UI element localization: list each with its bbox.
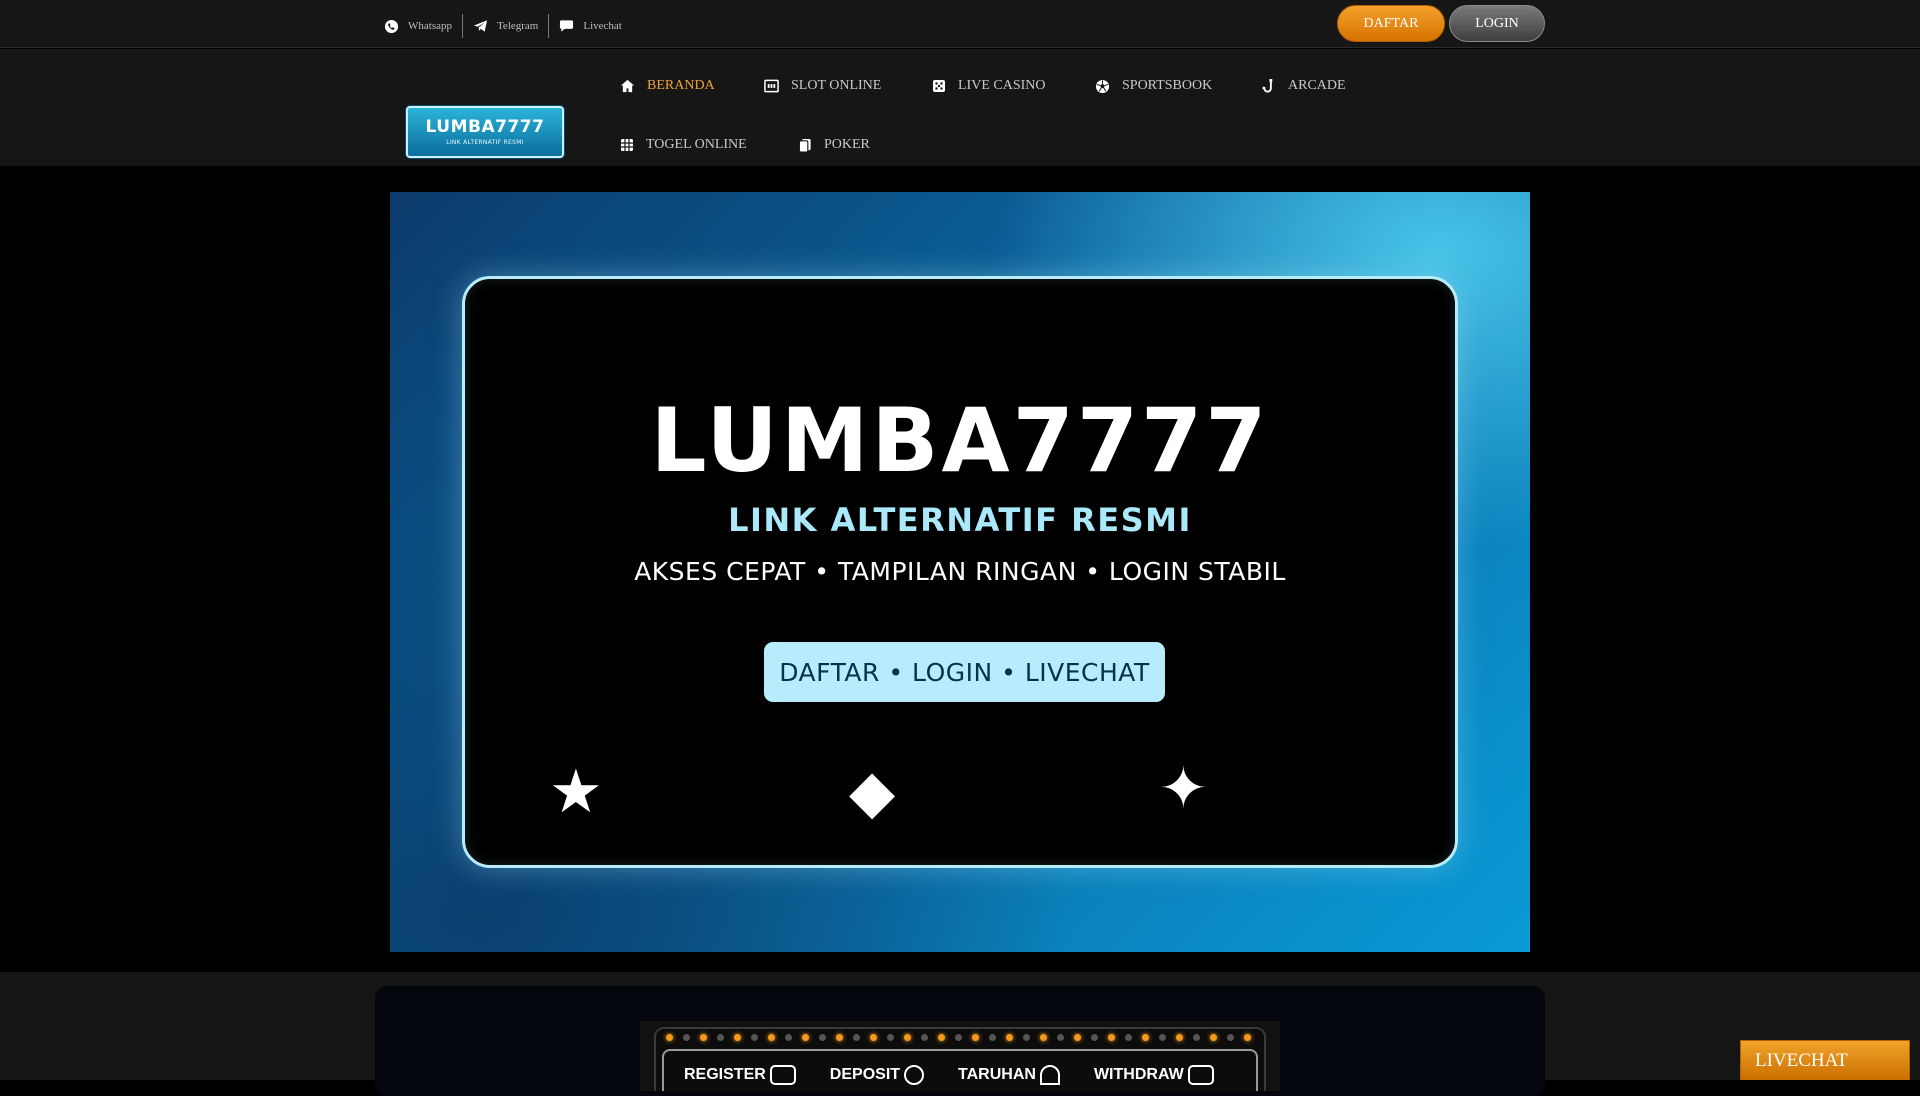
marquee-bulb: [802, 1034, 809, 1041]
hero-title: LUMBA7777: [650, 389, 1270, 492]
telegram-label: Telegram: [496, 20, 539, 32]
marquee-bulb: [904, 1034, 911, 1041]
signal-icon: [1039, 1065, 1060, 1085]
marquee-bulb: [683, 1034, 690, 1041]
marquee-bulb: [938, 1034, 945, 1041]
marquee-bulb: [1142, 1034, 1149, 1041]
promo-step-taruhan: TARUHAN: [958, 1065, 1060, 1085]
nav-label: BERANDA: [647, 78, 715, 93]
nav-label: ARCADE: [1288, 78, 1346, 93]
marquee-bulb: [1159, 1034, 1166, 1041]
fishing-hook-icon: [1262, 78, 1273, 93]
nav-label: TOGEL ONLINE: [646, 137, 747, 152]
marquee-bulb: [1244, 1034, 1251, 1041]
marquee-bulb: [751, 1034, 758, 1041]
marquee-bulb: [1091, 1034, 1098, 1041]
nav-label: POKER: [824, 137, 870, 152]
marquee-bulb: [819, 1034, 826, 1041]
marquee-bulbs: [666, 1034, 1261, 1041]
diamond-icon: ◆: [849, 757, 896, 827]
hero-banner[interactable]: LUMBA7777 LINK ALTERNATIF RESMI AKSES CE…: [390, 192, 1530, 952]
telegram-icon: [473, 20, 488, 32]
hero-card: LUMBA7777 LINK ALTERNATIF RESMI AKSES CE…: [462, 276, 1458, 868]
marquee-bulb: [1006, 1034, 1013, 1041]
nav-item-arcade[interactable]: ARCADE: [1262, 76, 1346, 96]
marquee-bulb: [1057, 1034, 1064, 1041]
playing-cards-icon: [798, 138, 811, 153]
contact-links: Whatsapp Telegram Livechat: [384, 14, 632, 38]
nav-item-togel-online[interactable]: TOGEL ONLINE: [620, 135, 747, 155]
slot-machine-icon: [764, 79, 779, 93]
coin-plus-icon: [904, 1065, 925, 1085]
promo-banner[interactable]: REGISTER DEPOSIT TARUHAN WITHDRAW: [640, 1021, 1280, 1091]
id-card-icon: [769, 1065, 796, 1085]
nav-item-live-casino[interactable]: LIVE CASINO: [932, 76, 1046, 96]
marquee-bulb: [785, 1034, 792, 1041]
hero-cta-button[interactable]: DAFTAR • LOGIN • LIVECHAT: [764, 642, 1165, 702]
floating-livechat-button[interactable]: LIVECHAT: [1740, 1040, 1910, 1080]
marquee-bulb: [700, 1034, 707, 1041]
hero-tagline: AKSES CEPAT • TAMPILAN RINGAN • LOGIN ST…: [634, 557, 1286, 586]
marquee-bulb: [1074, 1034, 1081, 1041]
grid-icon: [621, 139, 633, 151]
marquee-bulb: [768, 1034, 775, 1041]
marquee-bulb: [1193, 1034, 1200, 1041]
marquee-bulb: [1176, 1034, 1183, 1041]
nav-item-beranda[interactable]: BERANDA: [620, 76, 715, 96]
marquee-bulb: [972, 1034, 979, 1041]
promo-step-withdraw: WITHDRAW: [1094, 1065, 1214, 1085]
soccer-ball-icon: [1095, 79, 1110, 93]
logo-text: LUMBA7777: [425, 117, 545, 137]
sparkle-icon: ✦: [1159, 754, 1208, 822]
marquee-bulb: [955, 1034, 962, 1041]
nav-item-poker[interactable]: POKER: [798, 135, 870, 155]
marquee-bulb: [1023, 1034, 1030, 1041]
marquee-bulb: [1125, 1034, 1132, 1041]
nav-item-slot-online[interactable]: SLOT ONLINE: [764, 76, 881, 96]
promo-step-deposit: DEPOSIT: [830, 1065, 925, 1085]
marquee-bulb: [734, 1034, 741, 1041]
marquee-bulb: [921, 1034, 928, 1041]
nav-label: SLOT ONLINE: [791, 78, 882, 93]
dice-icon: [933, 80, 945, 92]
logo-subtext: LINK ALTERNATIF RESMI: [446, 139, 524, 146]
livechat-label: Livechat: [583, 20, 622, 32]
star-icon: ★: [549, 757, 603, 827]
marquee-bulb: [1227, 1034, 1234, 1041]
nav-label: LIVE CASINO: [958, 78, 1046, 93]
promo-steps: REGISTER DEPOSIT TARUHAN WITHDRAW: [684, 1065, 1248, 1085]
marquee-bulb: [666, 1034, 673, 1041]
whatsapp-label: Whatsapp: [408, 20, 452, 32]
daftar-button[interactable]: DAFTAR: [1337, 5, 1445, 42]
main-nav: LUMBA7777 LINK ALTERNATIF RESMI BERANDA …: [0, 49, 1920, 166]
marquee-bulb: [1210, 1034, 1217, 1041]
marquee-bulb: [870, 1034, 877, 1041]
whatsapp-link[interactable]: Whatsapp: [384, 14, 462, 38]
telegram-link[interactable]: Telegram: [461, 14, 548, 38]
cash-icon: [1187, 1065, 1214, 1085]
top-bar: Whatsapp Telegram Livechat DAFTAR LOGIN: [0, 0, 1920, 48]
login-button[interactable]: LOGIN: [1449, 5, 1545, 42]
marquee-bulb: [989, 1034, 996, 1041]
chat-bubble-icon: [560, 20, 574, 32]
hero-subtitle: LINK ALTERNATIF RESMI: [728, 501, 1192, 539]
marquee-bulb: [836, 1034, 843, 1041]
marquee-bulb: [853, 1034, 860, 1041]
site-logo[interactable]: LUMBA7777 LINK ALTERNATIF RESMI: [406, 106, 564, 158]
livechat-link[interactable]: Livechat: [548, 14, 631, 38]
nav-item-sportsbook[interactable]: SPORTSBOOK: [1095, 76, 1212, 96]
nav-label: SPORTSBOOK: [1122, 78, 1213, 93]
marquee-bulb: [1040, 1034, 1047, 1041]
promo-step-register: REGISTER: [684, 1065, 796, 1085]
marquee-bulb: [717, 1034, 724, 1041]
whatsapp-icon: [384, 19, 399, 33]
marquee-bulb: [1108, 1034, 1115, 1041]
home-icon: [620, 79, 635, 93]
marquee-bulb: [887, 1034, 894, 1041]
